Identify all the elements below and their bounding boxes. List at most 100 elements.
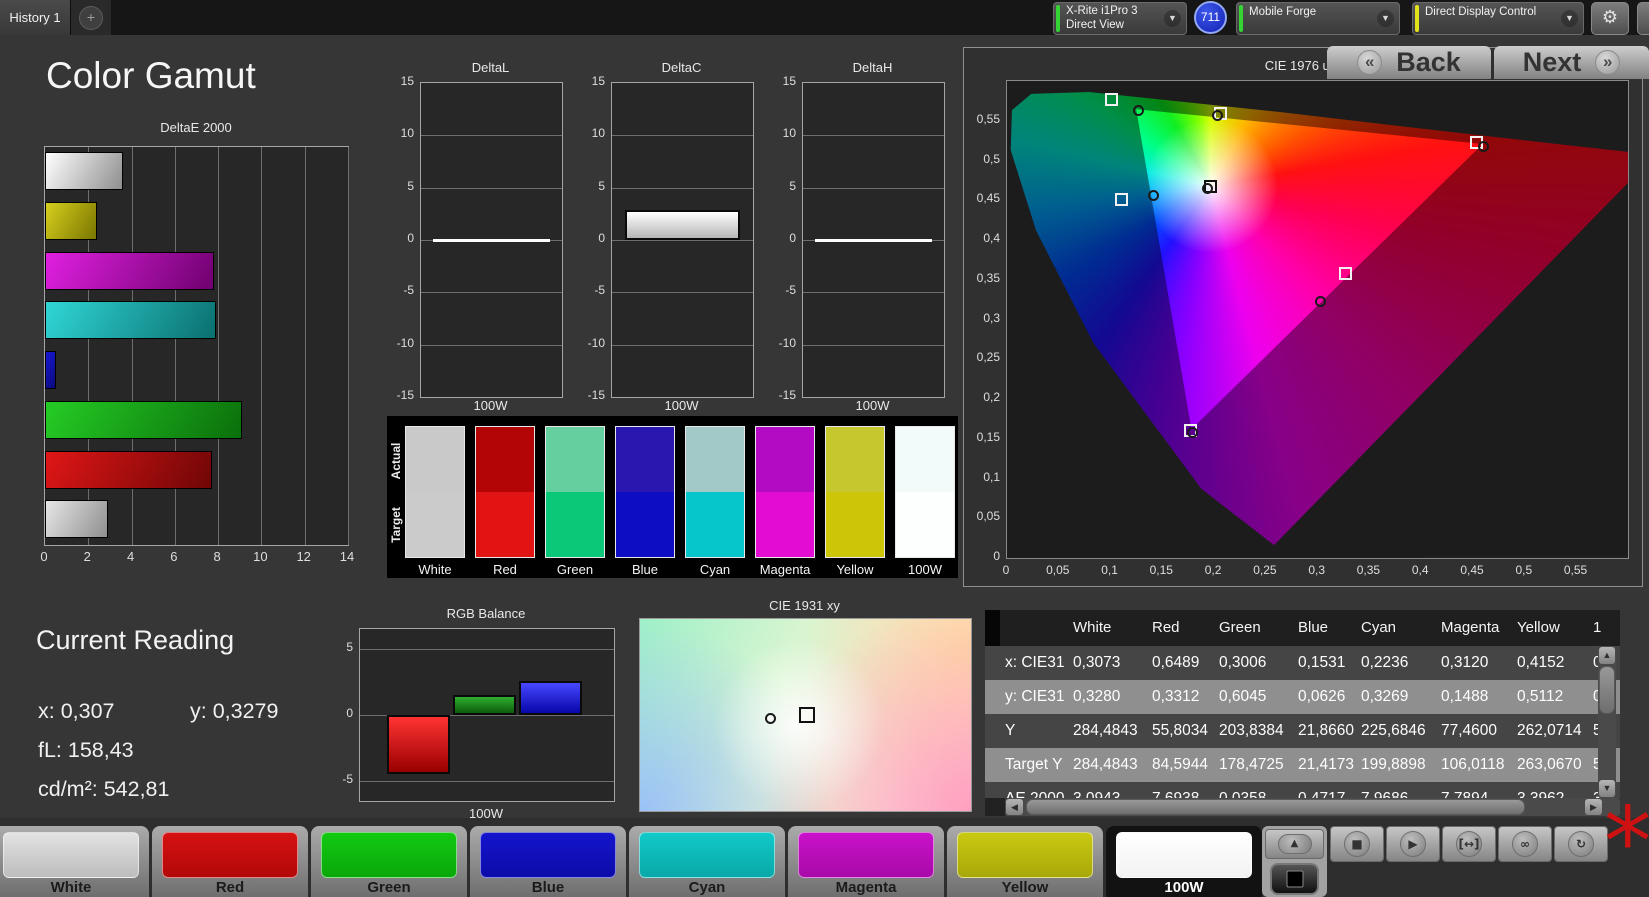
table-cell: 262,0714 bbox=[1517, 714, 1582, 748]
meter-name: X-Rite i1Pro 3 bbox=[1066, 5, 1138, 17]
x-tick-label: 0,35 bbox=[1350, 563, 1386, 577]
measured-circle-green bbox=[1133, 105, 1144, 116]
gridline bbox=[348, 147, 349, 545]
pattern-label: Yellow bbox=[947, 879, 1103, 896]
row-label: y: CIE31 bbox=[1005, 680, 1064, 714]
deltae-bar-magenta bbox=[45, 252, 214, 290]
measured-circle-red bbox=[1478, 141, 1489, 152]
pattern-label: Red bbox=[152, 879, 308, 896]
next-label: Next bbox=[1523, 47, 1582, 78]
horizontal-scroll-thumb[interactable] bbox=[1026, 799, 1525, 815]
swatch-column-cyan bbox=[686, 427, 744, 557]
pattern-button-magenta[interactable]: Magenta bbox=[788, 826, 944, 897]
display-control-selector[interactable]: Direct Display Control ▼ bbox=[1412, 2, 1584, 35]
x-tick-label: 0,55 bbox=[1558, 563, 1594, 577]
table-vertical-scrollbar[interactable]: ▲ ▼ bbox=[1598, 646, 1616, 798]
table-row[interactable]: Target Y284,484384,5944178,472521,417319… bbox=[985, 748, 1620, 782]
back-button[interactable]: « Back bbox=[1327, 46, 1491, 79]
transport-refresh-button[interactable]: ↻ bbox=[1554, 826, 1608, 862]
chevron-down-icon[interactable]: ▼ bbox=[1377, 10, 1394, 27]
table-row[interactable]: x: CIE310,30730,64890,30060,15310,22360,… bbox=[985, 646, 1620, 680]
transport-range-button[interactable]: [↔] bbox=[1442, 826, 1496, 862]
pattern-swatch bbox=[957, 832, 1093, 878]
pattern-swatch bbox=[162, 832, 298, 878]
y-tick-label: 0,35 bbox=[966, 271, 1000, 285]
pattern-button-100w[interactable]: 100W bbox=[1106, 826, 1262, 897]
settings-button[interactable]: ⚙ bbox=[1591, 2, 1629, 35]
edge-partial-button[interactable] bbox=[1637, 2, 1649, 35]
table-horizontal-scrollbar[interactable]: ◀ ▶ bbox=[1005, 798, 1620, 816]
y-tick-label: 0,5 bbox=[966, 152, 1000, 166]
actual-swatch bbox=[756, 427, 814, 492]
cie1931-target-square bbox=[799, 707, 815, 723]
app-window: History 1 + X-Rite i1Pro 3 Direct View ▼… bbox=[0, 0, 1649, 897]
y-tick-label: -15 bbox=[575, 388, 605, 402]
next-button[interactable]: Next » bbox=[1494, 46, 1649, 79]
y-tick-label: 0,4 bbox=[966, 231, 1000, 245]
meter-mode: Direct View bbox=[1066, 19, 1124, 31]
pattern-button-cyan[interactable]: Cyan bbox=[629, 826, 785, 897]
mini-chart-x-label: 100W bbox=[611, 398, 752, 413]
rgb-bar-red bbox=[387, 715, 450, 774]
target-swatch bbox=[406, 492, 464, 557]
top-bar: History 1 + X-Rite i1Pro 3 Direct View ▼… bbox=[0, 0, 1649, 35]
table-cell: 55,8034 bbox=[1152, 714, 1208, 748]
cie1931-title: CIE 1931 xy bbox=[639, 598, 970, 613]
swatch-label: White bbox=[400, 562, 470, 577]
transport-play-button[interactable]: ▶ bbox=[1386, 826, 1440, 862]
deltae-bar-green bbox=[45, 401, 242, 439]
measurement-table: WhiteRedGreenBlueCyanMagentaYellow1x: CI… bbox=[985, 610, 1620, 798]
stop-icon: ■ bbox=[1344, 831, 1370, 857]
table-cell: 0,3073 bbox=[1073, 646, 1120, 680]
source-selector[interactable]: Mobile Forge ▼ bbox=[1236, 2, 1400, 35]
y-tick-label: 0 bbox=[384, 231, 414, 245]
tab-history-1[interactable]: History 1 bbox=[0, 0, 71, 35]
swatch-label: Green bbox=[540, 562, 610, 577]
pattern-button-green[interactable]: Green bbox=[311, 826, 467, 897]
y-tick-label: 0,3 bbox=[966, 311, 1000, 325]
chevron-down-icon[interactable]: ▼ bbox=[1164, 10, 1181, 27]
transport-infinite-button[interactable]: ∞ bbox=[1498, 826, 1552, 862]
scroll-right-arrow-icon[interactable]: ▶ bbox=[1585, 799, 1602, 815]
table-cell: 0,4717 bbox=[1298, 782, 1345, 798]
pattern-window-up-button[interactable]: ▲ bbox=[1265, 829, 1324, 859]
mini-chart-x-label: 100W bbox=[420, 398, 561, 413]
gridline bbox=[421, 345, 562, 346]
meter-count-badge[interactable]: 711 bbox=[1194, 1, 1227, 34]
table-row[interactable]: y: CIE310,32800,33120,60450,06260,32690,… bbox=[985, 680, 1620, 714]
chevron-down-icon[interactable]: ▼ bbox=[1561, 10, 1578, 27]
pattern-button-red[interactable]: Red bbox=[152, 826, 308, 897]
deltae-bar-white bbox=[45, 152, 123, 190]
x-tick-label: 0,45 bbox=[1454, 563, 1490, 577]
scroll-left-arrow-icon[interactable]: ◀ bbox=[1006, 799, 1023, 815]
transport-stop-button[interactable]: ■ bbox=[1330, 826, 1384, 862]
source-status-stripe bbox=[1239, 5, 1243, 32]
gear-icon: ⚙ bbox=[1602, 7, 1618, 28]
target-swatch bbox=[546, 492, 604, 557]
target-square-green bbox=[1105, 93, 1118, 106]
scroll-up-arrow-icon[interactable]: ▲ bbox=[1599, 647, 1615, 664]
pattern-button-blue[interactable]: Blue bbox=[470, 826, 626, 897]
row-label: x: CIE31 bbox=[1005, 646, 1064, 680]
target-square-magenta bbox=[1339, 267, 1352, 280]
pattern-button-white[interactable]: White bbox=[0, 826, 149, 897]
pattern-window-button[interactable] bbox=[1270, 863, 1319, 895]
table-cell: 199,8898 bbox=[1361, 748, 1426, 782]
y-tick-label: -10 bbox=[575, 336, 605, 350]
pattern-swatch bbox=[3, 832, 139, 878]
pattern-button-yellow[interactable]: Yellow bbox=[947, 826, 1103, 897]
plus-icon: + bbox=[79, 6, 103, 30]
play-icon: ▶ bbox=[1400, 831, 1426, 857]
x-tick-label: 0,15 bbox=[1143, 563, 1179, 577]
x-tick-label: 0,4 bbox=[1402, 563, 1438, 577]
swatch-label: Blue bbox=[610, 562, 680, 577]
vertical-scroll-thumb[interactable] bbox=[1599, 666, 1615, 714]
y-tick-label: 0,45 bbox=[966, 191, 1000, 205]
target-swatch bbox=[896, 492, 954, 557]
table-row[interactable]: Y284,484355,8034203,838421,8660225,68467… bbox=[985, 714, 1620, 748]
add-tab-button[interactable]: + bbox=[71, 0, 111, 35]
meter-selector[interactable]: X-Rite i1Pro 3 Direct View ▼ bbox=[1053, 2, 1187, 35]
mini-chart-deltal bbox=[420, 82, 563, 398]
y-tick-label: 0,15 bbox=[966, 430, 1000, 444]
table-row[interactable]: ΔE 20003,09437,69380,03580,47177,96867,7… bbox=[985, 782, 1620, 798]
